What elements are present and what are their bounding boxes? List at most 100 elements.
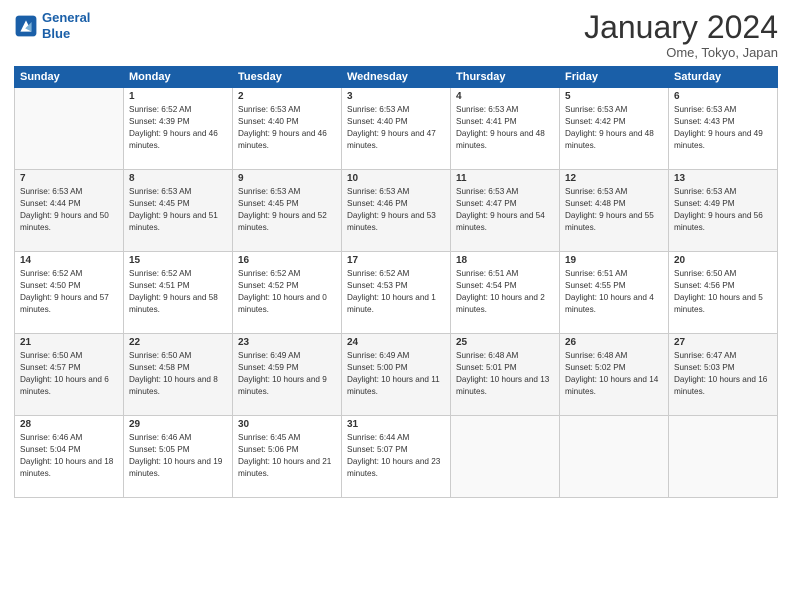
day-info: Sunrise: 6:53 AM Sunset: 4:47 PM Dayligh… (456, 186, 554, 234)
col-thursday: Thursday (451, 67, 560, 88)
day-info: Sunrise: 6:45 AM Sunset: 5:06 PM Dayligh… (238, 432, 336, 480)
calendar-cell: 22 Sunrise: 6:50 AM Sunset: 4:58 PM Dayli… (124, 334, 233, 416)
day-number: 3 (347, 91, 445, 102)
calendar-cell: 31 Sunrise: 6:44 AM Sunset: 5:07 PM Dayli… (342, 416, 451, 498)
day-number: 10 (347, 173, 445, 184)
day-info: Sunrise: 6:53 AM Sunset: 4:48 PM Dayligh… (565, 186, 663, 234)
day-number: 29 (129, 419, 227, 430)
calendar-cell: 9 Sunrise: 6:53 AM Sunset: 4:45 PM Daylig… (233, 170, 342, 252)
day-info: Sunrise: 6:47 AM Sunset: 5:03 PM Dayligh… (674, 350, 772, 398)
day-number: 1 (129, 91, 227, 102)
calendar-week-3: 14 Sunrise: 6:52 AM Sunset: 4:50 PM Dayli… (15, 252, 778, 334)
day-info: Sunrise: 6:53 AM Sunset: 4:45 PM Dayligh… (129, 186, 227, 234)
day-number: 22 (129, 337, 227, 348)
day-number: 30 (238, 419, 336, 430)
location: Ome, Tokyo, Japan (584, 45, 778, 60)
day-info: Sunrise: 6:53 AM Sunset: 4:44 PM Dayligh… (20, 186, 118, 234)
calendar-cell: 28 Sunrise: 6:46 AM Sunset: 5:04 PM Dayli… (15, 416, 124, 498)
day-number: 17 (347, 255, 445, 266)
calendar-cell: 17 Sunrise: 6:52 AM Sunset: 4:53 PM Dayli… (342, 252, 451, 334)
calendar-cell: 15Sunrise: 6:52 AM Sunset: 4:51 PM Dayli… (124, 252, 233, 334)
calendar-cell: 8 Sunrise: 6:53 AM Sunset: 4:45 PM Daylig… (124, 170, 233, 252)
day-info: Sunrise: 6:46 AM Sunset: 5:05 PM Dayligh… (129, 432, 227, 480)
day-info: Sunrise: 6:50 AM Sunset: 4:56 PM Dayligh… (674, 268, 772, 316)
calendar-cell: 16 Sunrise: 6:52 AM Sunset: 4:52 PM Dayli… (233, 252, 342, 334)
header-row: Sunday Monday Tuesday Wednesday Thursday… (15, 67, 778, 88)
day-info: Sunrise: 6:52 AM Sunset: 4:51 PM Dayligh… (129, 268, 227, 316)
day-number: 8 (129, 173, 227, 184)
logo-line2: Blue (42, 26, 70, 41)
calendar-cell: 13 Sunrise: 6:53 AM Sunset: 4:49 PM Dayli… (669, 170, 778, 252)
day-info: Sunrise: 6:52 AM Sunset: 4:53 PM Dayligh… (347, 268, 445, 316)
day-number: 16 (238, 255, 336, 266)
calendar-cell: 4 Sunrise: 6:53 AM Sunset: 4:41 PM Daylig… (451, 88, 560, 170)
day-info: Sunrise: 6:48 AM Sunset: 5:02 PM Dayligh… (565, 350, 663, 398)
calendar-cell: 10 Sunrise: 6:53 AM Sunset: 4:46 PM Dayli… (342, 170, 451, 252)
calendar-cell: 2 Sunrise: 6:53 AM Sunset: 4:40 PM Daylig… (233, 88, 342, 170)
calendar-week-2: 7 Sunrise: 6:53 AM Sunset: 4:44 PM Daylig… (15, 170, 778, 252)
day-number: 20 (674, 255, 772, 266)
day-number: 14 (20, 255, 118, 266)
day-number: 2 (238, 91, 336, 102)
day-number: 31 (347, 419, 445, 430)
calendar-cell: 1Sunrise: 6:52 AM Sunset: 4:39 PM Daylig… (124, 88, 233, 170)
day-info: Sunrise: 6:51 AM Sunset: 4:55 PM Dayligh… (565, 268, 663, 316)
calendar-cell: 18Sunrise: 6:51 AM Sunset: 4:54 PM Dayli… (451, 252, 560, 334)
day-info: Sunrise: 6:52 AM Sunset: 4:52 PM Dayligh… (238, 268, 336, 316)
day-info: Sunrise: 6:44 AM Sunset: 5:07 PM Dayligh… (347, 432, 445, 480)
header: General Blue January 2024 Ome, Tokyo, Ja… (14, 10, 778, 60)
title-area: January 2024 Ome, Tokyo, Japan (584, 10, 778, 60)
day-number: 4 (456, 91, 554, 102)
calendar-cell (669, 416, 778, 498)
logo-icon (14, 14, 38, 38)
day-number: 9 (238, 173, 336, 184)
day-number: 13 (674, 173, 772, 184)
logo-text: General Blue (42, 10, 90, 41)
day-info: Sunrise: 6:52 AM Sunset: 4:50 PM Dayligh… (20, 268, 118, 316)
month-title: January 2024 (584, 10, 778, 45)
col-friday: Friday (560, 67, 669, 88)
day-number: 23 (238, 337, 336, 348)
day-info: Sunrise: 6:53 AM Sunset: 4:49 PM Dayligh… (674, 186, 772, 234)
day-info: Sunrise: 6:50 AM Sunset: 4:58 PM Dayligh… (129, 350, 227, 398)
day-number: 12 (565, 173, 663, 184)
calendar-cell: 30 Sunrise: 6:45 AM Sunset: 5:06 PM Dayli… (233, 416, 342, 498)
day-number: 25 (456, 337, 554, 348)
day-number: 19 (565, 255, 663, 266)
day-info: Sunrise: 6:53 AM Sunset: 4:40 PM Dayligh… (238, 104, 336, 152)
calendar-cell: 21Sunrise: 6:50 AM Sunset: 4:57 PM Dayli… (15, 334, 124, 416)
day-info: Sunrise: 6:53 AM Sunset: 4:40 PM Dayligh… (347, 104, 445, 152)
col-sunday: Sunday (15, 67, 124, 88)
day-info: Sunrise: 6:49 AM Sunset: 4:59 PM Dayligh… (238, 350, 336, 398)
calendar-cell (560, 416, 669, 498)
col-monday: Monday (124, 67, 233, 88)
day-number: 27 (674, 337, 772, 348)
day-info: Sunrise: 6:53 AM Sunset: 4:41 PM Dayligh… (456, 104, 554, 152)
day-info: Sunrise: 6:49 AM Sunset: 5:00 PM Dayligh… (347, 350, 445, 398)
calendar-cell: 29 Sunrise: 6:46 AM Sunset: 5:05 PM Dayli… (124, 416, 233, 498)
calendar-page: General Blue January 2024 Ome, Tokyo, Ja… (0, 0, 792, 612)
calendar-cell: 5Sunrise: 6:53 AM Sunset: 4:42 PM Daylig… (560, 88, 669, 170)
day-info: Sunrise: 6:53 AM Sunset: 4:45 PM Dayligh… (238, 186, 336, 234)
calendar-week-1: 1Sunrise: 6:52 AM Sunset: 4:39 PM Daylig… (15, 88, 778, 170)
calendar-cell: 7 Sunrise: 6:53 AM Sunset: 4:44 PM Daylig… (15, 170, 124, 252)
day-info: Sunrise: 6:46 AM Sunset: 5:04 PM Dayligh… (20, 432, 118, 480)
day-info: Sunrise: 6:48 AM Sunset: 5:01 PM Dayligh… (456, 350, 554, 398)
calendar-cell: 27 Sunrise: 6:47 AM Sunset: 5:03 PM Dayli… (669, 334, 778, 416)
day-number: 21 (20, 337, 118, 348)
day-number: 7 (20, 173, 118, 184)
logo-line1: General (42, 10, 90, 25)
calendar-cell: 11Sunrise: 6:53 AM Sunset: 4:47 PM Dayli… (451, 170, 560, 252)
calendar-week-4: 21Sunrise: 6:50 AM Sunset: 4:57 PM Dayli… (15, 334, 778, 416)
calendar-cell (15, 88, 124, 170)
day-info: Sunrise: 6:53 AM Sunset: 4:46 PM Dayligh… (347, 186, 445, 234)
day-number: 24 (347, 337, 445, 348)
day-info: Sunrise: 6:53 AM Sunset: 4:43 PM Dayligh… (674, 104, 772, 152)
calendar-cell: 12 Sunrise: 6:53 AM Sunset: 4:48 PM Dayli… (560, 170, 669, 252)
calendar-cell: 25 Sunrise: 6:48 AM Sunset: 5:01 PM Dayli… (451, 334, 560, 416)
calendar-cell: 24 Sunrise: 6:49 AM Sunset: 5:00 PM Dayli… (342, 334, 451, 416)
calendar-table: Sunday Monday Tuesday Wednesday Thursday… (14, 66, 778, 498)
calendar-week-5: 28 Sunrise: 6:46 AM Sunset: 5:04 PM Dayli… (15, 416, 778, 498)
day-number: 28 (20, 419, 118, 430)
calendar-cell: 19 Sunrise: 6:51 AM Sunset: 4:55 PM Dayli… (560, 252, 669, 334)
